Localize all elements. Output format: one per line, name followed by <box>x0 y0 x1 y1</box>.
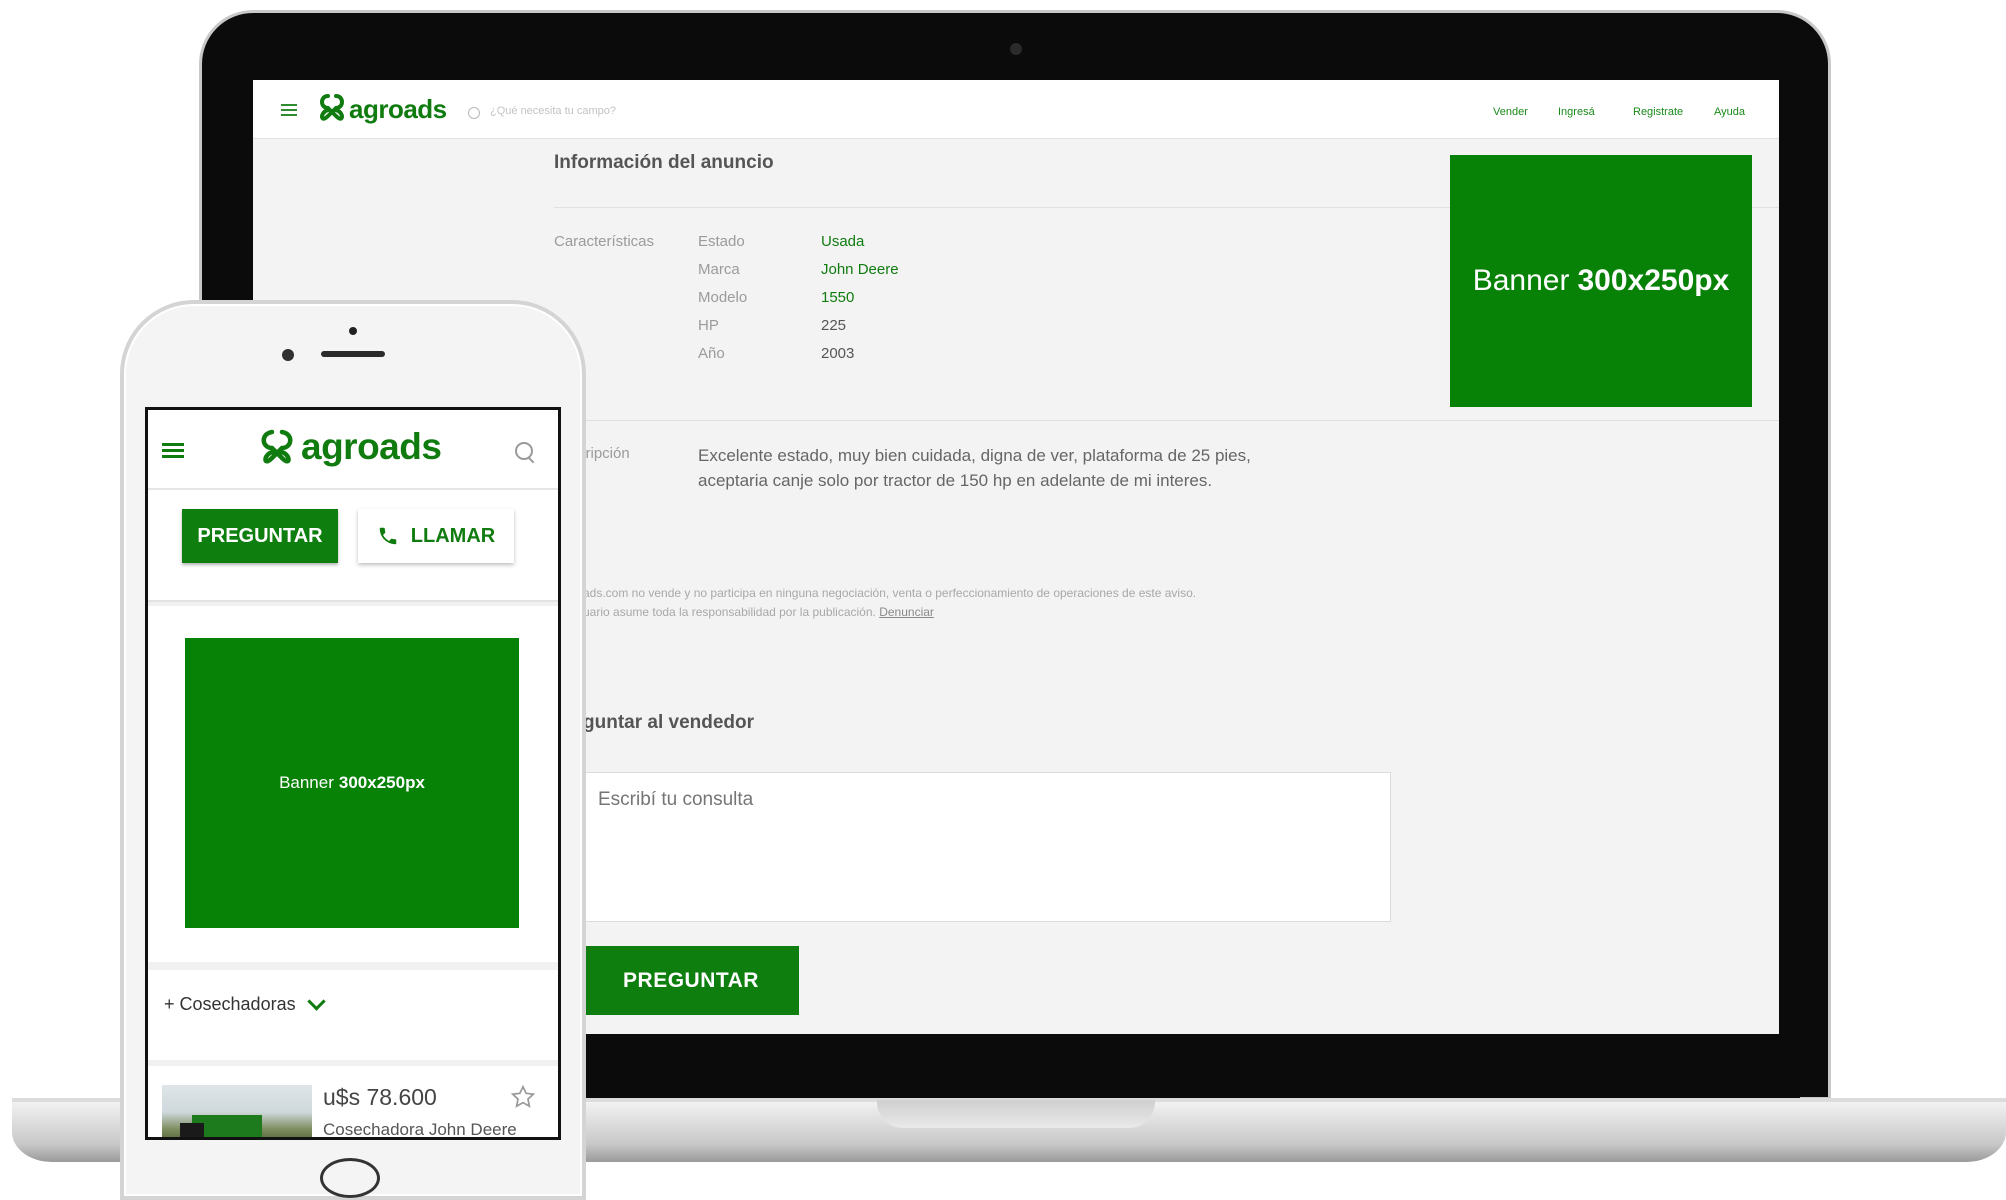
ad-banner[interactable]: Banner 300x250px <box>1450 155 1752 407</box>
phone-sensor <box>349 327 357 335</box>
star-icon[interactable] <box>510 1084 536 1110</box>
ask-seller-title: guntar al vendedor <box>583 712 755 733</box>
listing-price: u$s 78.600 <box>323 1084 437 1110</box>
brand-name[interactable]: agroads <box>349 94 447 125</box>
report-link[interactable]: Denunciar <box>879 605 934 619</box>
call-button-label: LLAMAR <box>410 524 496 547</box>
divider <box>554 420 1779 421</box>
desktop-header: agroads ¿Qué necesita tu campo? Vender I… <box>253 80 1779 139</box>
legal-line-1: ads.com no vende y no participa en ningu… <box>583 586 1197 600</box>
section-title: Información del anuncio <box>554 152 774 173</box>
nav-vender[interactable]: Vender <box>1493 106 1528 118</box>
category-label: + Cosechadoras <box>164 994 296 1014</box>
mobile-header: agroads <box>148 410 558 490</box>
brand-name[interactable]: agroads <box>301 426 442 468</box>
harvester-wheel <box>180 1123 204 1137</box>
banner-size: 300x250px <box>1577 264 1730 297</box>
banner-size: 300x250px <box>338 773 425 792</box>
question-textarea[interactable] <box>583 772 1391 922</box>
listing-title[interactable]: Cosechadora John Deere <box>323 1120 517 1137</box>
spec-value-hp: 225 <box>821 317 847 334</box>
nav-ingresa[interactable]: Ingresá <box>1558 106 1595 118</box>
legal-line-2: uario asume toda la responsabilidad por … <box>583 605 876 619</box>
spec-label-marca: Marca <box>698 261 740 278</box>
banner-prefix: Banner <box>1472 264 1570 297</box>
nav-registrate[interactable]: Registrate <box>1633 106 1683 118</box>
phone-camera <box>282 349 294 361</box>
call-button[interactable]: LLAMAR <box>358 509 514 563</box>
listing-thumbnail[interactable] <box>162 1085 312 1137</box>
category-container <box>148 970 558 1060</box>
spec-label-ano: Año <box>698 345 725 362</box>
ad-banner[interactable]: Banner 300x250px <box>185 638 519 928</box>
chevron-down-icon <box>306 992 326 1011</box>
phone-icon <box>379 527 397 545</box>
search-icon-handle <box>527 456 535 464</box>
spec-value-estado[interactable]: Usada <box>821 233 864 250</box>
spec-label-estado: Estado <box>698 233 745 250</box>
nav-ayuda[interactable]: Ayuda <box>1714 106 1745 118</box>
legal-disclaimer: ads.com no vende y no participa en ningu… <box>583 584 1196 622</box>
spec-label-hp: HP <box>698 317 719 334</box>
banner-prefix: Banner <box>279 773 334 792</box>
ask-button[interactable]: PREGUNTAR <box>182 509 338 563</box>
laptop-notch <box>877 1100 1155 1128</box>
search-input[interactable]: ¿Qué necesita tu campo? <box>490 105 616 117</box>
laptop-camera <box>1010 43 1022 55</box>
spec-value-modelo[interactable]: 1550 <box>821 289 854 306</box>
category-dropdown[interactable]: + Cosechadoras <box>164 992 326 1015</box>
menu-icon[interactable] <box>281 104 297 116</box>
search-icon[interactable] <box>468 107 480 119</box>
spec-value-marca[interactable]: John Deere <box>821 261 899 278</box>
characteristics-label: Características <box>554 233 655 250</box>
spec-label-modelo: Modelo <box>698 289 748 306</box>
description-text: Excelente estado, muy bien cuidada, dign… <box>698 446 1251 490</box>
ask-button[interactable]: PREGUNTAR <box>583 946 799 1015</box>
phone-speaker <box>321 351 385 357</box>
spec-value-ano: 2003 <box>821 345 855 362</box>
phone-home-button <box>320 1158 380 1198</box>
agroads-logo-icon[interactable] <box>258 426 296 474</box>
mobile-screen: agroads PREGUNTAR LLAMAR Banner 300x250px… <box>145 407 561 1140</box>
menu-icon[interactable] <box>162 443 184 459</box>
